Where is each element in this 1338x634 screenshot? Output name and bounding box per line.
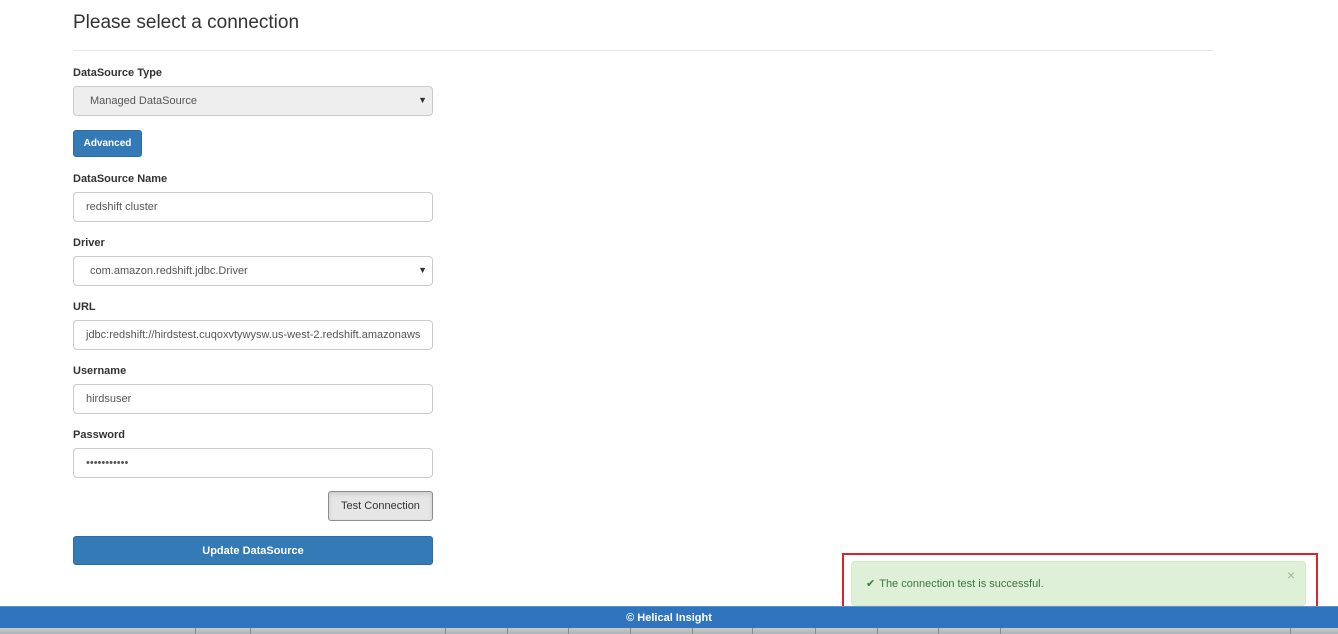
success-alert: ✔ The connection test is successful. × (851, 561, 1306, 606)
datasource-name-value: redshift cluster (86, 201, 158, 213)
title-divider (73, 50, 1213, 51)
update-datasource-button[interactable]: Update DataSource (73, 536, 433, 565)
username-value: hirdsuser (86, 393, 132, 405)
page-title: Please select a connection (73, 12, 300, 33)
datasource-name-input[interactable]: redshift cluster (73, 192, 433, 222)
driver-value: com.amazon.redshift.jdbc.Driver (90, 265, 248, 277)
alert-message: The connection test is successful. (879, 577, 1044, 590)
datasource-type-value: Managed DataSource (90, 95, 198, 107)
username-input[interactable]: hirdsuser (73, 384, 433, 414)
password-value: ••••••••••• (86, 457, 129, 469)
datasource-type-label: DataSource Type (73, 67, 163, 79)
url-label: URL (73, 301, 96, 313)
test-connection-button[interactable]: Test Connection (328, 491, 433, 521)
url-value: jdbc:redshift://hirdstest.cuqoxvtywysw.u… (86, 329, 421, 341)
chevron-down-icon: ▼ (418, 265, 427, 275)
password-label: Password (73, 429, 125, 441)
datasource-type-select[interactable]: Managed DataSource ▼ (73, 86, 433, 116)
close-icon[interactable]: × (1287, 567, 1295, 583)
driver-label: Driver (73, 237, 105, 249)
password-input[interactable]: ••••••••••• (73, 448, 433, 478)
advanced-button[interactable]: Advanced (73, 130, 142, 157)
footer: © Helical Insight (0, 606, 1338, 629)
chevron-down-icon: ▼ (418, 95, 427, 105)
driver-select[interactable]: com.amazon.redshift.jdbc.Driver ▼ (73, 256, 433, 286)
check-icon: ✔ (866, 578, 876, 590)
taskbar (0, 628, 1338, 634)
url-input[interactable]: jdbc:redshift://hirdstest.cuqoxvtywysw.u… (73, 320, 433, 350)
datasource-name-label: DataSource Name (73, 173, 168, 185)
username-label: Username (73, 365, 127, 377)
